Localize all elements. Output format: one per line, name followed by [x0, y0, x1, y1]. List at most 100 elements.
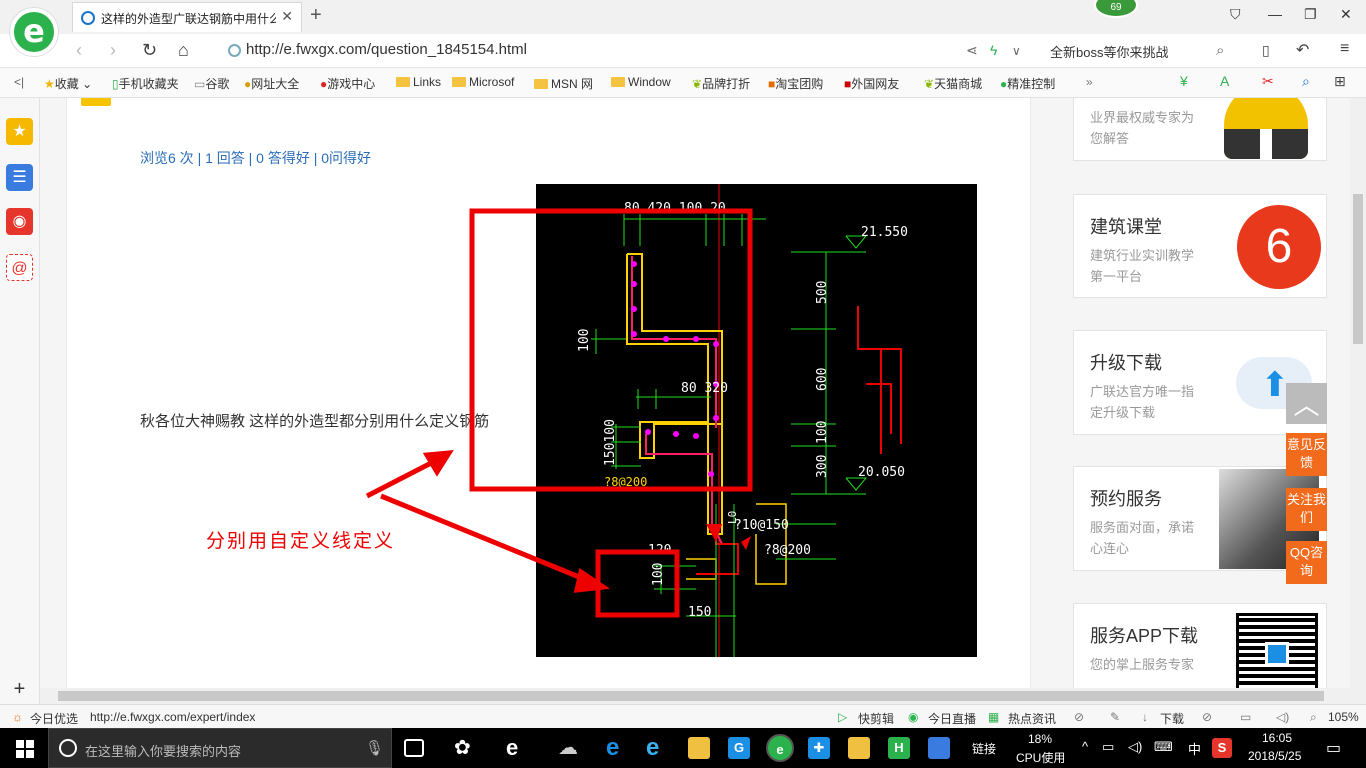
bookmark-item[interactable]: ★收藏 ⌄ [44, 75, 92, 92]
search-icon[interactable]: ⌕ [1216, 42, 1224, 59]
bookmark-item[interactable]: ■外国网友 [844, 75, 899, 92]
url-input[interactable]: http://e.fwxgx.com/question_1845154.html [246, 41, 527, 58]
cloud-app-icon[interactable]: ☁ [558, 737, 580, 759]
back-icon[interactable]: ‹ [76, 40, 82, 61]
bookmark-item[interactable]: ❦天猫商城 [924, 75, 982, 92]
scroll-thumb[interactable] [58, 691, 1324, 701]
weibo-icon[interactable]: ◉ [6, 208, 33, 235]
yuan-icon[interactable]: ¥ [1180, 73, 1188, 89]
today-picks-link[interactable]: 今日优选 [30, 710, 78, 727]
translate-icon[interactable]: A [1220, 73, 1229, 89]
ie-taskbar-icon[interactable]: e [646, 736, 668, 760]
list-icon[interactable]: ☰ [6, 164, 33, 191]
share-icon[interactable]: ⋖ [966, 42, 978, 59]
microphone-icon[interactable]: 🎙 [365, 739, 384, 757]
lightning-icon[interactable]: ϟ [990, 42, 997, 58]
minimize-icon[interactable]: — [1268, 6, 1282, 22]
scroll-thumb[interactable] [1353, 194, 1363, 344]
live-link[interactable]: 今日直播 [928, 710, 976, 727]
h-app-icon[interactable]: H [888, 737, 910, 759]
bookmark-item[interactable]: ■淘宝团购 [768, 75, 823, 92]
scissors-icon[interactable]: ✂ [1262, 73, 1274, 90]
more-bookmarks-icon[interactable]: » [1086, 75, 1093, 89]
ime-indicator[interactable]: 中 [1188, 739, 1201, 758]
question-panel: 浏览6 次 | 1 回答 | 0 答得好 | 0问得好 秋各位大神赐教 这样的外… [66, 98, 1031, 688]
taskbar-search-box[interactable]: 在这里输入你要搜索的内容 🎙 [48, 728, 392, 768]
card-desc: 您的掌上服务专家 [1090, 657, 1195, 672]
360-browser-icon[interactable]: e [766, 734, 794, 762]
zoom-level[interactable]: 105% [1328, 710, 1359, 724]
menu-icon[interactable]: ≡ [1340, 40, 1349, 58]
download-link[interactable]: 下载 [1160, 710, 1184, 727]
undo-icon[interactable]: ↶ [1296, 40, 1309, 60]
notes-app-icon[interactable] [848, 737, 870, 759]
bookmark-item[interactable]: ▭谷歌 [194, 75, 229, 92]
forward-icon[interactable]: › [110, 40, 116, 61]
news-link[interactable]: 热点资讯 [1008, 710, 1056, 727]
mail-icon[interactable]: @ [6, 254, 33, 281]
remote-app-icon[interactable] [928, 737, 950, 759]
bookmark-item[interactable]: ●网址大全 [244, 75, 299, 92]
browser-tab[interactable]: 这样的外造型广联达钢筋中用什么 ✕ [72, 2, 302, 32]
edge-legacy-icon[interactable]: e [506, 737, 528, 759]
clock-date[interactable]: 2018/5/25 [1248, 749, 1301, 763]
clock-time[interactable]: 16:05 [1262, 731, 1292, 745]
keyboard-icon[interactable]: ⌨ [1154, 739, 1173, 755]
bookmark-item[interactable]: ●游戏中心 [320, 75, 375, 92]
speaker-icon[interactable]: ◁) [1128, 739, 1142, 755]
grid-icon[interactable]: ⊞ [1334, 73, 1346, 90]
file-explorer-icon[interactable] [688, 737, 710, 759]
app-card[interactable]: 服务APP下载 您的掌上服务专家 [1073, 603, 1327, 688]
favorites-icon[interactable]: ★ [6, 118, 33, 145]
window-icon[interactable]: ▭ [1240, 710, 1251, 724]
back-to-top-icon[interactable]: ︿ [1286, 383, 1327, 424]
news-icon: ▦ [988, 710, 1000, 724]
browser-logo[interactable]: e [10, 8, 58, 56]
shirt-icon[interactable]: ⛉ [1230, 6, 1241, 23]
bookmark-item[interactable]: MSN 网 [534, 75, 593, 92]
bookmark-item[interactable]: ❦品牌打折 [692, 75, 750, 92]
course-card[interactable]: 建筑课堂 建筑行业实训教学第一平台 6 [1073, 194, 1327, 298]
volume-icon[interactable]: ◁) [1276, 710, 1289, 724]
bookmark-item[interactable]: ●精准控制 [1000, 75, 1055, 92]
clean-icon[interactable]: ⊘ [1202, 710, 1212, 724]
links-toolbar[interactable]: 链接 [972, 740, 996, 757]
glodon-app-icon[interactable]: G [728, 737, 750, 759]
task-view-icon[interactable] [404, 739, 424, 757]
bookmark-item[interactable]: Links [396, 75, 441, 89]
add-icon[interactable]: + [6, 676, 33, 703]
search-tool-icon[interactable]: ⌕ [1302, 73, 1310, 90]
qq-consult-button[interactable]: QQ咨询 [1286, 541, 1327, 584]
windows-start-icon[interactable] [16, 740, 34, 758]
close-tab-icon[interactable]: ✕ [281, 8, 293, 25]
vertical-scrollbar[interactable] [1350, 98, 1366, 688]
chevron-down-icon[interactable]: ∨ [1012, 44, 1021, 58]
search-input[interactable]: 全新boss等你来挑战 [1050, 42, 1168, 61]
notification-badge[interactable]: 69 [1094, 0, 1138, 18]
speed-icon[interactable]: ⊘ [1074, 710, 1084, 724]
expert-card[interactable]: 业界最权威专家为您解答 [1073, 98, 1327, 161]
follow-us-button[interactable]: 关注我们 [1286, 488, 1327, 531]
tray-expand-icon[interactable]: ^ [1082, 739, 1088, 754]
new-tab-button[interactable]: + [310, 4, 322, 27]
sogou-ime-icon[interactable]: S [1212, 738, 1232, 758]
close-window-icon[interactable]: ✕ [1340, 6, 1352, 23]
feedback-button[interactable]: 意见反馈 [1286, 433, 1327, 476]
restore-icon[interactable]: ❐ [1304, 6, 1317, 23]
plus-app-icon[interactable]: ✚ [808, 737, 830, 759]
bookmark-item[interactable]: Microsof [452, 75, 514, 89]
notification-center-icon[interactable]: ▭ [1326, 738, 1341, 758]
pin-icon[interactable]: ✎ [1110, 710, 1120, 724]
edge-icon[interactable]: e [606, 736, 628, 760]
phone-icon[interactable]: ▯ [1262, 42, 1270, 59]
collapse-icon[interactable]: <| [14, 75, 24, 89]
fan-app-icon[interactable]: ✿ [454, 737, 476, 759]
bookmark-item[interactable]: Window [611, 75, 671, 89]
bookmark-item[interactable]: ▯手机收藏夹 [112, 75, 179, 92]
home-icon[interactable]: ⌂ [178, 40, 189, 61]
taskbar: 在这里输入你要搜索的内容 🎙 ✿ e ☁ e e G e ✚ H 链接 18% … [0, 728, 1366, 768]
network-icon[interactable]: ▭ [1102, 739, 1114, 755]
horizontal-scrollbar[interactable] [40, 688, 1366, 704]
refresh-icon[interactable]: ↻ [142, 40, 157, 61]
quick-clip-link[interactable]: 快剪辑 [858, 710, 894, 727]
